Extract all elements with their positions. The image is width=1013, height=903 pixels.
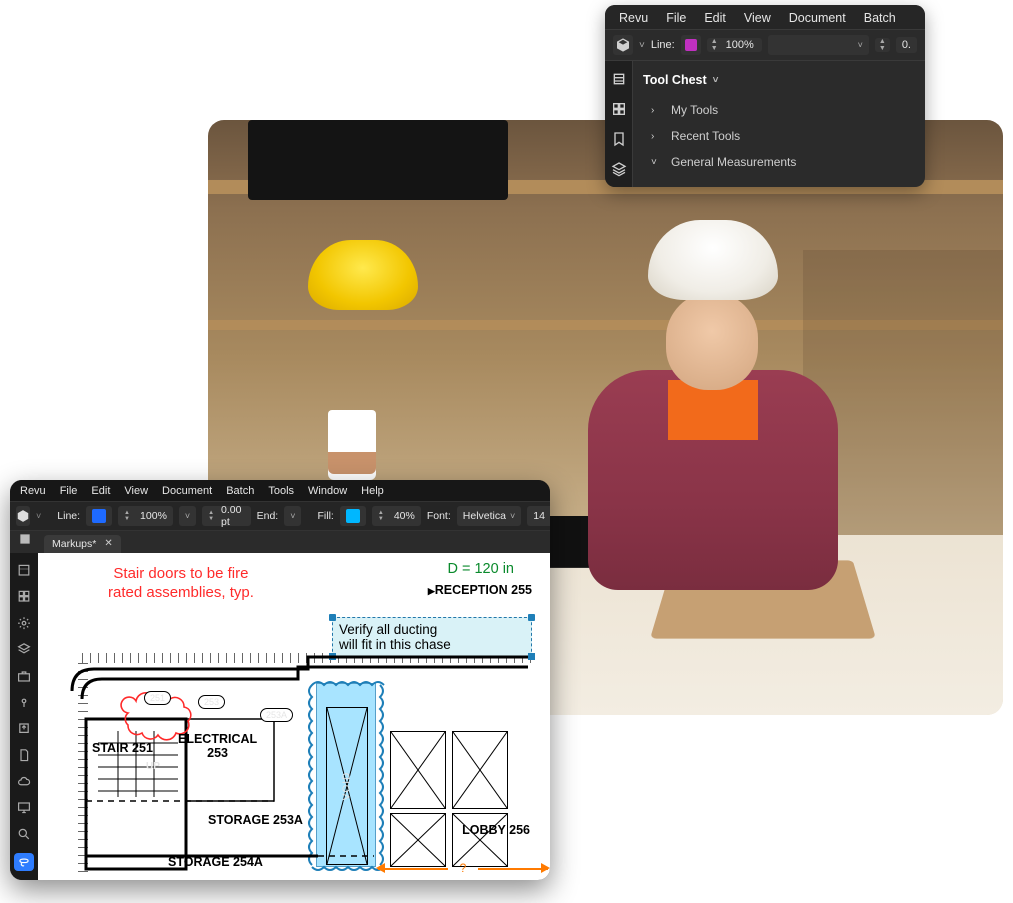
app-font-select[interactable]: Helvetica˅ (457, 506, 521, 526)
menu-batch[interactable]: Batch (864, 11, 896, 25)
thumbnails-icon[interactable] (16, 563, 32, 577)
column-box (390, 731, 446, 809)
gear-icon[interactable] (16, 616, 32, 630)
app-menu-file[interactable]: File (60, 485, 78, 497)
numeric-field[interactable]: 0. (896, 37, 917, 53)
red-annotation[interactable]: Stair doors to be fire rated assemblies,… (108, 565, 254, 603)
label-electrical: ELECTRICAL 253 (178, 733, 257, 761)
close-tab-icon[interactable]: ✕ (104, 538, 112, 549)
column-box (452, 813, 508, 867)
app-menu-document[interactable]: Document (162, 485, 212, 497)
orange-dimension[interactable]: ? (378, 861, 548, 875)
tool-chest-panel: Revu File Edit View Document Batch ˅ Lin… (605, 5, 925, 187)
hardhat-yellow (308, 240, 418, 310)
label-storage-253a: STORAGE 253A (208, 813, 303, 827)
app-opacity[interactable]: ▲▼ 40% (372, 506, 421, 526)
room-tag-253a: 253A (260, 708, 293, 722)
label-up: UP (146, 761, 160, 772)
app-menu-batch[interactable]: Batch (226, 485, 254, 497)
app-menu-view[interactable]: View (124, 485, 148, 497)
tv-screen (248, 120, 508, 200)
app-line-color[interactable] (86, 506, 112, 526)
menu-revu[interactable]: Revu (619, 11, 648, 25)
app-toolbar: ˅ Line: ▲▼ 100% ˅ ▲▼ 0.00 pt End: ˅ Fill… (10, 502, 550, 531)
top-menubar: Revu File Edit View Document Batch (605, 5, 925, 30)
drawing-canvas[interactable]: Stair doors to be fire rated assemblies,… (38, 553, 550, 880)
column-box (452, 731, 508, 809)
bookmark-icon[interactable] (611, 131, 627, 147)
lasso-tool-button[interactable] (14, 853, 34, 871)
chevron-right-icon: › (651, 105, 661, 116)
app-menu-revu[interactable]: Revu (20, 485, 46, 497)
label-stair: STAIR 251 (92, 741, 153, 755)
menu-edit[interactable]: Edit (704, 11, 726, 25)
coffee-cup (328, 410, 376, 480)
panel-toggle-icon[interactable] (18, 532, 32, 546)
app-menu-help[interactable]: Help (361, 485, 384, 497)
layers-panel-icon[interactable] (16, 642, 32, 656)
grid-panel-icon[interactable] (16, 589, 32, 603)
menu-file[interactable]: File (666, 11, 686, 25)
app-zoom[interactable]: ▲▼ 100% (118, 506, 173, 526)
app-menu-tools[interactable]: Tools (268, 485, 294, 497)
green-dimension[interactable]: D = 120 in (447, 561, 514, 577)
void-column: VOID (326, 707, 368, 865)
worker-figure (558, 220, 858, 600)
label-reception: ▶RECEPTION 255 (428, 583, 532, 597)
app-line-label: Line: (57, 510, 80, 522)
app-line-style[interactable]: ˅ (179, 506, 196, 526)
revu-app-window: Revu File Edit View Document Batch Tools… (10, 480, 550, 880)
column-box (390, 813, 446, 867)
line-color-swatch[interactable] (681, 35, 701, 55)
label-lobby: LOBBY 256 (462, 823, 530, 837)
app-pt-value[interactable]: ▲▼ 0.00 pt (202, 506, 250, 526)
list-icon[interactable] (611, 71, 627, 87)
tool-chest-rail (605, 61, 633, 187)
search-icon[interactable] (16, 827, 32, 841)
export-icon[interactable] (16, 721, 32, 735)
app-menubar: Revu File Edit View Document Batch Tools… (10, 480, 550, 502)
tool-chest-row-recent-tools[interactable]: › Recent Tools (633, 123, 925, 149)
room-tag-251: 251 (144, 691, 171, 705)
monitor-icon[interactable] (16, 800, 32, 814)
briefcase-icon[interactable] (16, 669, 32, 683)
app-font-label: Font: (427, 510, 451, 522)
zoom-value: 100% (720, 39, 760, 51)
tab-strip: Markups* ✕ (10, 531, 550, 553)
app-fill-color[interactable] (340, 506, 366, 526)
line-style-select[interactable]: ˅ (768, 35, 869, 55)
app-end-select[interactable]: ˅ (284, 506, 301, 526)
pin-icon[interactable] (16, 695, 32, 709)
document-tab[interactable]: Markups* ✕ (44, 535, 121, 553)
app-end-label: End: (257, 510, 279, 522)
label-storage-254a: STORAGE 254A (168, 855, 263, 869)
zoom-control[interactable]: ▲▼ 100% (707, 38, 762, 52)
menu-document[interactable]: Document (789, 11, 846, 25)
menu-view[interactable]: View (744, 11, 771, 25)
room-tag-253: 253 (198, 695, 225, 709)
line-label: Line: (651, 39, 675, 51)
app-fill-label: Fill: (317, 510, 333, 522)
app-menu-edit[interactable]: Edit (91, 485, 110, 497)
top-toolbar: ˅ Line: ▲▼ 100% ˅ ▲▼ 0. (605, 30, 925, 61)
tool-chest-row-general-measurements[interactable]: ˅ General Measurements (633, 149, 925, 175)
cloud-icon[interactable] (16, 774, 32, 788)
app-left-rail (10, 553, 38, 880)
tool-chest-header[interactable]: Tool Chest ˅ (633, 65, 925, 97)
stepper[interactable]: ▲▼ (875, 38, 890, 52)
grid-icon[interactable] (611, 101, 627, 117)
tool-chest-row-my-tools[interactable]: › My Tools (633, 97, 925, 123)
cube-dropdown-button[interactable] (613, 35, 633, 55)
app-cube-button[interactable] (16, 506, 30, 526)
app-font-size[interactable]: 14˅ (527, 506, 550, 526)
chevron-down-icon: ˅ (651, 157, 661, 168)
document-icon[interactable] (16, 748, 32, 762)
chevron-right-icon: › (651, 131, 661, 142)
layers-icon[interactable] (611, 161, 627, 177)
app-menu-window[interactable]: Window (308, 485, 347, 497)
